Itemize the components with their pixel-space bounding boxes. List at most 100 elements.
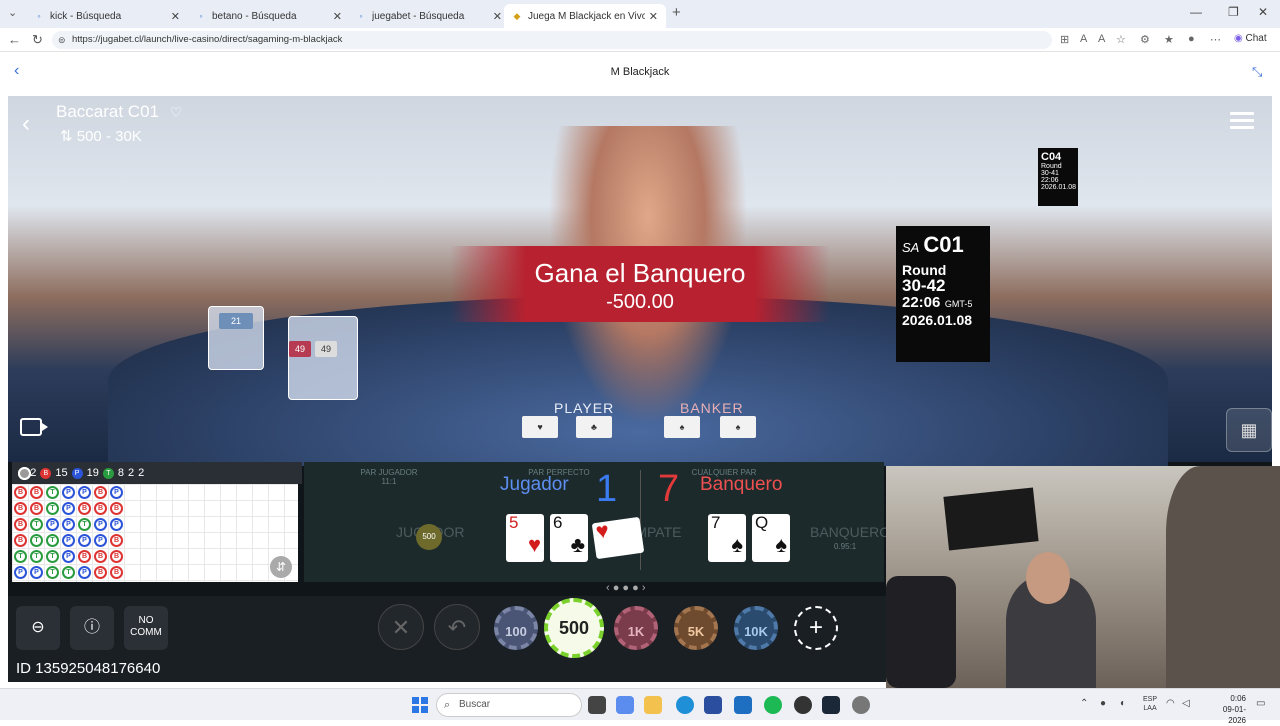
mail-icon[interactable] xyxy=(734,696,752,714)
spotify-icon[interactable] xyxy=(764,696,782,714)
settings-icon[interactable] xyxy=(852,696,870,714)
install-app-icon[interactable]: ⊞ xyxy=(1060,33,1069,46)
favorite-heart-icon[interactable]: ♡ xyxy=(170,104,183,120)
task-view-icon[interactable] xyxy=(588,696,606,714)
copilot-chat-button[interactable]: ◉ Chat xyxy=(1234,33,1267,44)
notifications-icon[interactable]: ▭ xyxy=(1256,698,1265,709)
chip-500-selected[interactable]: 500 xyxy=(544,598,604,658)
favorites-icon[interactable]: ★ xyxy=(1164,33,1174,46)
volume-icon[interactable]: ◁ xyxy=(1182,698,1190,709)
tray-app-icon[interactable]: ● xyxy=(1100,698,1106,709)
add-chip-icon[interactable]: + xyxy=(794,606,838,650)
chip-5k[interactable]: 5K xyxy=(674,606,718,650)
chip-10k[interactable]: 10K xyxy=(734,606,778,650)
cancel-bet-icon[interactable]: ✕ xyxy=(378,604,424,650)
restore-icon[interactable]: ❐ xyxy=(1228,5,1239,19)
extensions-icon[interactable]: ⚙ xyxy=(1140,33,1150,46)
game-back-icon[interactable]: ‹ xyxy=(22,110,30,138)
bet-limits: ⇅ 500 - 30K xyxy=(60,127,142,145)
bead-road-marker: P xyxy=(78,486,91,499)
more-menu-icon[interactable]: ⋯ xyxy=(1210,33,1221,46)
taskbar-search[interactable]: ⌕ Buscar xyxy=(436,693,582,717)
close-tab-icon[interactable]: ✕ xyxy=(171,10,180,23)
language-indicator[interactable]: ESP LAA xyxy=(1143,695,1157,713)
translate-icon[interactable]: A xyxy=(1080,33,1087,45)
card-rank: 6 xyxy=(553,513,563,532)
sign2-time: 22:06 xyxy=(1041,177,1059,184)
no-comm-button[interactable]: NO COMM xyxy=(124,606,168,650)
tab-list-icon[interactable]: ⌄ xyxy=(8,6,17,19)
roadmap-switch-icon[interactable]: ⇵ xyxy=(270,556,292,578)
chip-100[interactable]: 100 xyxy=(494,606,538,650)
obs-icon[interactable] xyxy=(794,696,812,714)
edge-icon[interactable] xyxy=(676,696,694,714)
bet-page-indicator[interactable]: ‹ ● ● ● › xyxy=(606,582,645,594)
bead-road-marker: B xyxy=(94,566,107,579)
player-count: 19 xyxy=(86,467,99,479)
table-card: ♥ xyxy=(522,416,558,438)
favorite-star-icon[interactable]: ☆ xyxy=(1116,33,1126,46)
minimize-icon[interactable]: — xyxy=(1190,5,1202,19)
table-sign: SA C01 Round 30-42 22:06 GMT-5 2026.01.08 xyxy=(896,226,990,362)
site-info-icon[interactable]: ⊜ xyxy=(58,31,66,49)
banker-count-icon: B xyxy=(40,467,52,479)
read-aloud-icon[interactable]: A xyxy=(1098,33,1105,45)
sign-round: 30-42 xyxy=(902,276,946,295)
url-field[interactable]: ⊜ https://jugabet.cl/launch/live-casino/… xyxy=(52,31,1052,49)
bead-road-marker: P xyxy=(110,486,123,499)
player-label: Jugador xyxy=(500,474,569,495)
player-score: 1 xyxy=(596,468,618,510)
banker-bet-spot[interactable]: BANQUERO xyxy=(810,524,890,540)
undo-icon[interactable]: ↶ xyxy=(434,604,480,650)
close-tab-icon[interactable]: ✕ xyxy=(333,10,342,23)
favicon-icon: ◦ xyxy=(37,11,41,21)
player-count-icon: P xyxy=(71,467,83,479)
result-title: Gana el Banquero xyxy=(534,258,746,288)
file-explorer-icon[interactable] xyxy=(644,696,662,714)
roadmap-toggle-icon[interactable]: ▦ xyxy=(1226,408,1272,452)
chip-1k[interactable]: 1K xyxy=(614,606,658,650)
hamburger-menu-icon[interactable] xyxy=(1230,112,1254,130)
streamer-face-image xyxy=(1026,552,1070,604)
card-rank: 5 xyxy=(509,513,519,532)
address-bar-row: ← ↻ ⊜ https://jugabet.cl/launch/live-cas… xyxy=(0,28,1280,52)
windows-start-icon[interactable] xyxy=(412,697,428,713)
wifi-icon[interactable]: ◠ xyxy=(1166,698,1175,709)
link-icon[interactable]: ⊖ xyxy=(16,606,60,650)
widgets-icon[interactable] xyxy=(616,696,634,714)
steam-icon[interactable] xyxy=(822,696,840,714)
bead-road-marker: T xyxy=(46,502,59,515)
close-tab-icon[interactable]: ✕ xyxy=(493,10,502,23)
bead-road-marker: P xyxy=(94,518,107,531)
back-icon[interactable]: ← xyxy=(8,32,21,47)
lang-layout: LAA xyxy=(1143,705,1157,712)
copilot-icon: ◉ xyxy=(1234,33,1243,44)
reload-icon[interactable]: ↻ xyxy=(32,32,43,48)
exit-fullscreen-icon[interactable]: ⤡ xyxy=(1252,64,1262,80)
new-tab-icon[interactable]: + xyxy=(672,4,681,21)
close-tab-icon[interactable]: ✕ xyxy=(649,10,658,23)
video-camera-icon[interactable] xyxy=(20,418,48,436)
tray-app-icon[interactable]: ◐ xyxy=(1120,698,1126,709)
browser-tab-active[interactable]: ◆ Juega M Blackjack en Vivo de ✕ xyxy=(504,4,666,28)
bead-road-marker: T xyxy=(46,566,59,579)
store-icon[interactable] xyxy=(704,696,722,714)
browser-tab[interactable]: ◦ betano - Búsqueda ✕ xyxy=(188,4,350,28)
sign-date: 2026.01.08 xyxy=(902,312,973,328)
profile-icon[interactable]: ● xyxy=(1188,33,1195,45)
table-player-label: PLAYER xyxy=(554,400,615,416)
browser-tab[interactable]: ◦ juegabet - Búsqueda ✕ xyxy=(348,4,510,28)
bead-road-marker: B xyxy=(94,502,107,515)
banker-card: Q ♠ xyxy=(752,514,790,562)
tray-chevron-icon[interactable]: ⌃ xyxy=(1080,698,1088,709)
close-window-icon[interactable]: ✕ xyxy=(1258,5,1268,19)
browser-tab[interactable]: ◦ kick - Búsqueda ✕ xyxy=(26,4,188,28)
chat-label: Chat xyxy=(1245,33,1267,44)
bead-road-marker: B xyxy=(78,550,91,563)
bead-road-marker: P xyxy=(110,518,123,531)
table-card: ♠ xyxy=(664,416,700,438)
taskbar-clock[interactable]: 0:06 09-01-2026 xyxy=(1206,693,1246,726)
player-third-card: ♥ xyxy=(591,516,645,560)
bead-road-marker: P xyxy=(94,534,107,547)
info-link-icon[interactable]: ⓘ xyxy=(70,606,114,650)
